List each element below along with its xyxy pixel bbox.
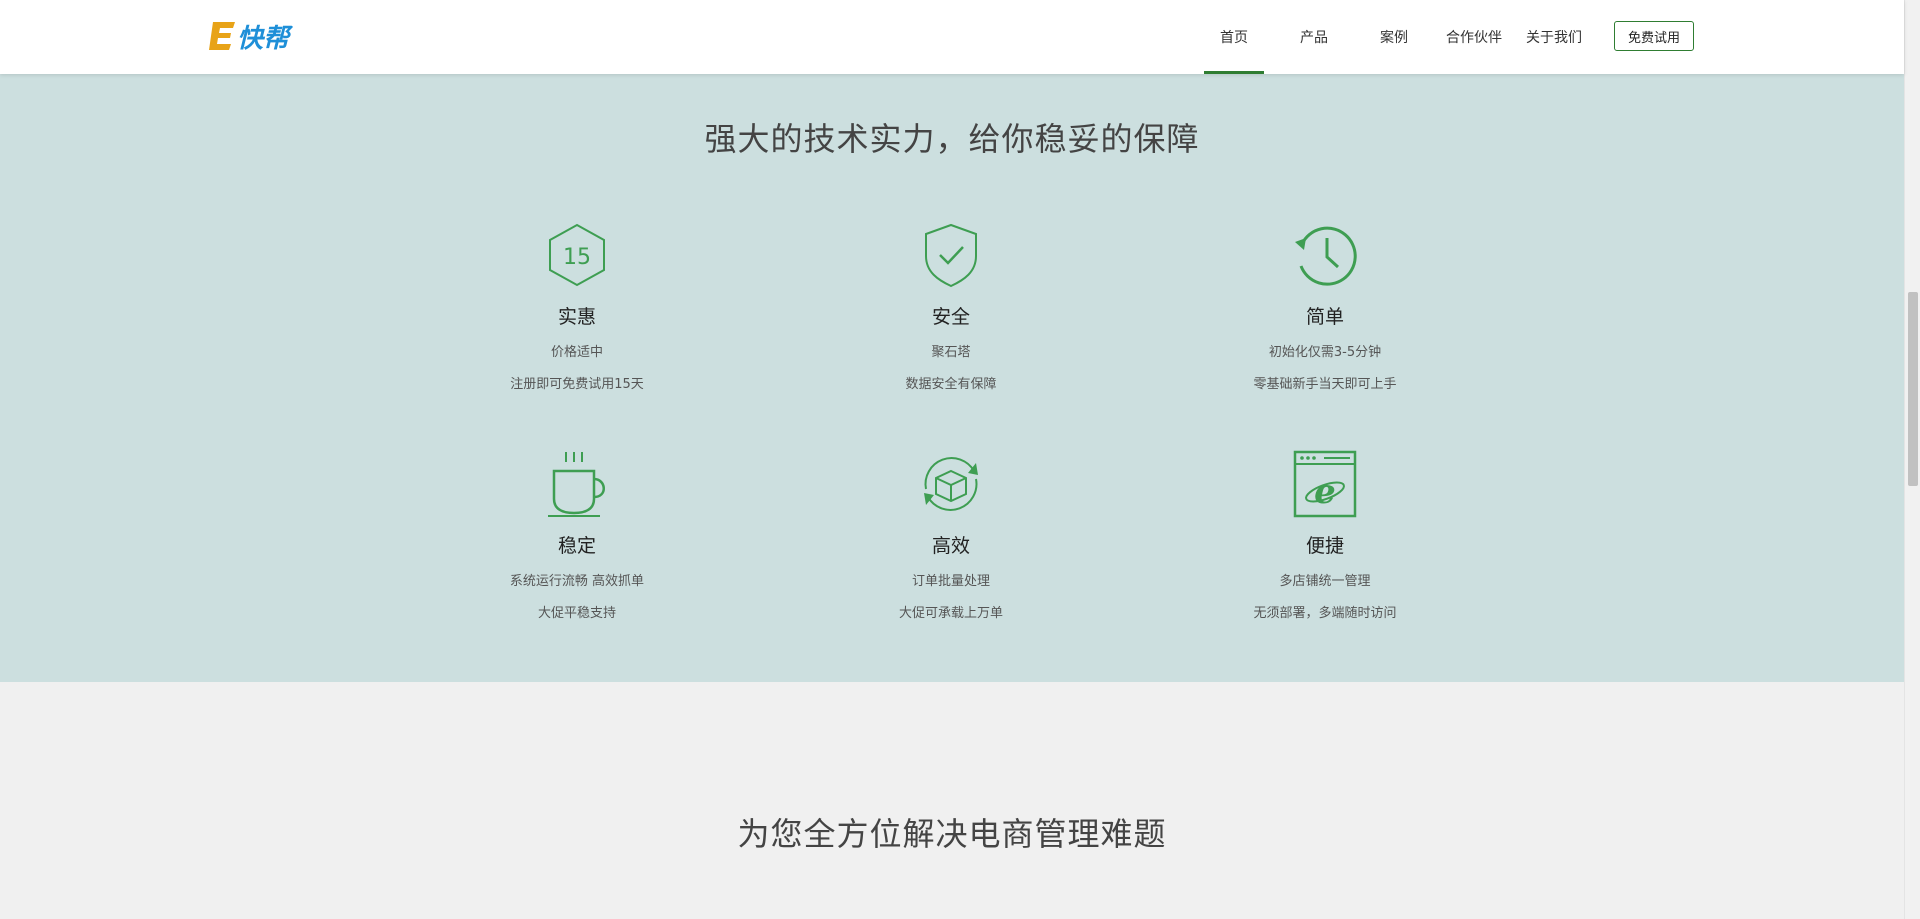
- free-trial-button[interactable]: 免费试用: [1614, 21, 1694, 51]
- feature-name: 实惠: [557, 306, 596, 328]
- feature-card-stable: 稳定 系统运行流畅 高效抓单 大促平稳支持: [437, 449, 717, 630]
- feature-desc-line: 无须部署，多端随时访问: [1253, 606, 1397, 621]
- feature-desc-line: 数据安全有保障: [905, 377, 997, 392]
- scrollbar-thumb[interactable]: [1908, 292, 1918, 486]
- feature-name: 安全: [931, 306, 970, 328]
- box-cycle-icon: [924, 457, 978, 511]
- nav-item-cases[interactable]: 案例: [1354, 0, 1434, 74]
- feature-name: 稳定: [557, 535, 596, 557]
- clock-history-icon: [1295, 226, 1357, 286]
- nav-item-partners[interactable]: 合作伙伴: [1434, 0, 1514, 74]
- feature-card-convenient: e 便捷 多店铺统一管理 无须部署，多端随时访问: [1185, 449, 1465, 630]
- feature-desc-line: 大促可承载上万单: [898, 606, 1003, 621]
- feature-desc-line: 多店铺统一管理: [1279, 574, 1371, 589]
- features-section: 强大的技术实力，给你稳妥的保障 15 实惠 价格适中 注册即可免费试用15天 安…: [0, 74, 1904, 682]
- solutions-title: 为您全方位解决电商管理难题: [737, 815, 1167, 853]
- hexagon-15-icon: 15: [549, 223, 605, 287]
- feature-name: 便捷: [1305, 535, 1344, 557]
- feature-desc-line: 订单批量处理: [911, 574, 990, 589]
- feature-card-security: 安全 聚石塔 数据安全有保障: [811, 220, 1091, 401]
- feature-card-simple: 简单 初始化仅需3-5分钟 零基础新手当天即可上手: [1185, 220, 1465, 401]
- feature-card-value: 15 实惠 价格适中 注册即可免费试用15天: [437, 220, 717, 401]
- feature-desc-line: 初始化仅需3-5分钟: [1268, 345, 1382, 360]
- nav-item-home[interactable]: 首页: [1194, 0, 1274, 74]
- brand-logo[interactable]: 快帮: [207, 16, 299, 56]
- feature-desc-line: 注册即可免费试用15天: [510, 377, 644, 392]
- logo-wordmark: 快帮: [237, 24, 294, 54]
- browser-ie-icon: e: [1293, 450, 1357, 518]
- feature-desc-line: 价格适中: [550, 345, 603, 360]
- feature-desc-line: 聚石塔: [931, 345, 971, 360]
- features-title: 强大的技术实力，给你稳妥的保障: [704, 120, 1200, 158]
- page-scrollbar[interactable]: [1904, 0, 1920, 919]
- feature-name: 简单: [1305, 306, 1344, 328]
- feature-desc-line: 零基础新手当天即可上手: [1253, 377, 1397, 392]
- coffee-cup-icon: [548, 452, 605, 517]
- feature-desc-line: 大促平稳支持: [537, 606, 616, 621]
- feature-name: 高效: [931, 535, 970, 557]
- nav-item-products[interactable]: 产品: [1274, 0, 1354, 74]
- svg-text:15: 15: [563, 245, 591, 270]
- solutions-section: 为您全方位解决电商管理难题: [0, 682, 1904, 919]
- svg-text:e: e: [1314, 472, 1336, 512]
- feature-desc-line: 系统运行流畅 高效抓单: [509, 574, 645, 589]
- site-header: 快帮 首页 产品 案例 合作伙伴 关于我们 免费试用: [0, 0, 1904, 74]
- shield-check-icon: [925, 223, 977, 288]
- logo-graphic: 快帮: [209, 22, 294, 54]
- feature-card-efficient: 高效 订单批量处理 大促可承载上万单: [811, 449, 1091, 630]
- nav-item-about[interactable]: 关于我们: [1514, 0, 1594, 74]
